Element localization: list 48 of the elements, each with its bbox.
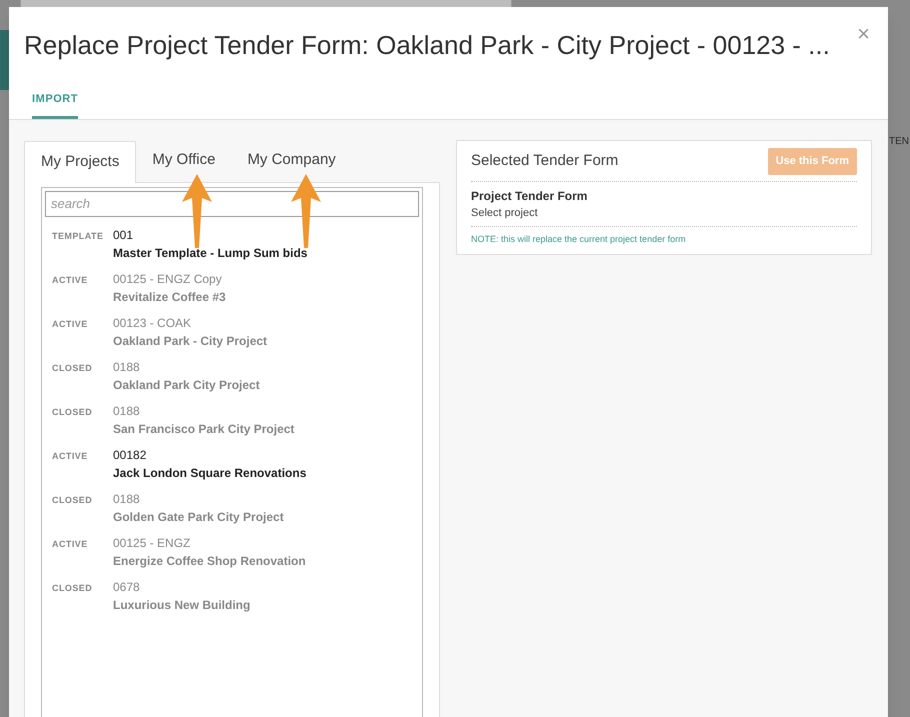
backdrop-header-bar (0, 30, 9, 90)
source-tab[interactable]: My Projects (24, 140, 136, 182)
project-code: 001 (113, 226, 134, 242)
close-button[interactable]: × (857, 23, 870, 45)
project-name: Luxurious New Building (113, 596, 250, 614)
project-name: Revitalize Coffee #3 (113, 288, 226, 306)
project-item[interactable]: TEMPLATE 001 Master Template - Lump Sum bids (45, 226, 419, 270)
project-code: 00123 - COAK (113, 314, 192, 330)
status-label: TEMPLATE (52, 230, 104, 242)
source-tab[interactable]: My Office (136, 140, 232, 182)
source-tab[interactable]: My Company (231, 140, 352, 182)
status-label: CLOSED (52, 362, 94, 374)
dialog-title: Replace Project Tender Form: Oakland Park - City Project - 00123 - ... (24, 29, 830, 62)
status-label: ACTIVE (52, 274, 89, 286)
project-name: Jack London Square Renovations (113, 464, 306, 482)
project-name: Oakland Park City Project (113, 376, 260, 394)
status-label: ACTIVE (52, 318, 89, 330)
project-item[interactable]: ACTIVE 00123 - COAK Oakland Park - City Project (45, 314, 419, 358)
project-code: 0188 (113, 358, 141, 374)
project-code: 0678 (113, 578, 141, 594)
project-name: San Francisco Park City Project (113, 420, 294, 438)
search-field[interactable]: search (45, 190, 419, 216)
status-label: ACTIVE (52, 538, 89, 550)
project-code: 0188 (113, 490, 141, 506)
replace-note: NOTE: this will replace the current project tender form (471, 233, 687, 246)
column-heading: TEN (889, 135, 909, 149)
project-item[interactable]: ACTIVE 00182 Jack London Square Renovations (45, 446, 419, 490)
project-name: Golden Gate Park City Project (113, 508, 284, 526)
project-code: 00125 - ENGZ Copy (113, 270, 223, 286)
project-item[interactable]: CLOSED 0188 San Francisco Park City Project (45, 402, 419, 446)
project-item[interactable]: ACTIVE 00125 - ENGZ Copy Revitalize Coffee #3 (45, 270, 419, 314)
project-name: Energize Coffee Shop Renovation (113, 552, 306, 570)
project-name: Oakland Park - City Project (113, 332, 268, 350)
project-item[interactable]: ACTIVE 00125 - ENGZ Energize Coffee Shop Renovation (45, 534, 419, 578)
status-label: CLOSED (52, 406, 94, 418)
form-name: Project Tender Form (471, 188, 588, 204)
project-item[interactable]: CLOSED 0678 Luxurious New Building (45, 578, 419, 622)
project-code: 00182 (113, 446, 148, 462)
status-label: CLOSED (52, 494, 94, 506)
status-label: ACTIVE (52, 450, 89, 462)
project-code: 00125 - ENGZ (113, 534, 192, 550)
project-code: 0188 (113, 402, 141, 418)
status-label: CLOSED (52, 582, 94, 594)
project-name: Master Template - Lump Sum bids (113, 244, 308, 262)
project-item[interactable]: CLOSED 0188 Oakland Park City Project (45, 358, 419, 402)
panel-heading: Selected Tender Form (471, 150, 618, 171)
form-value: Select project (471, 206, 539, 220)
project-item[interactable]: CLOSED 0188 Golden Gate Park City Project (45, 490, 419, 534)
